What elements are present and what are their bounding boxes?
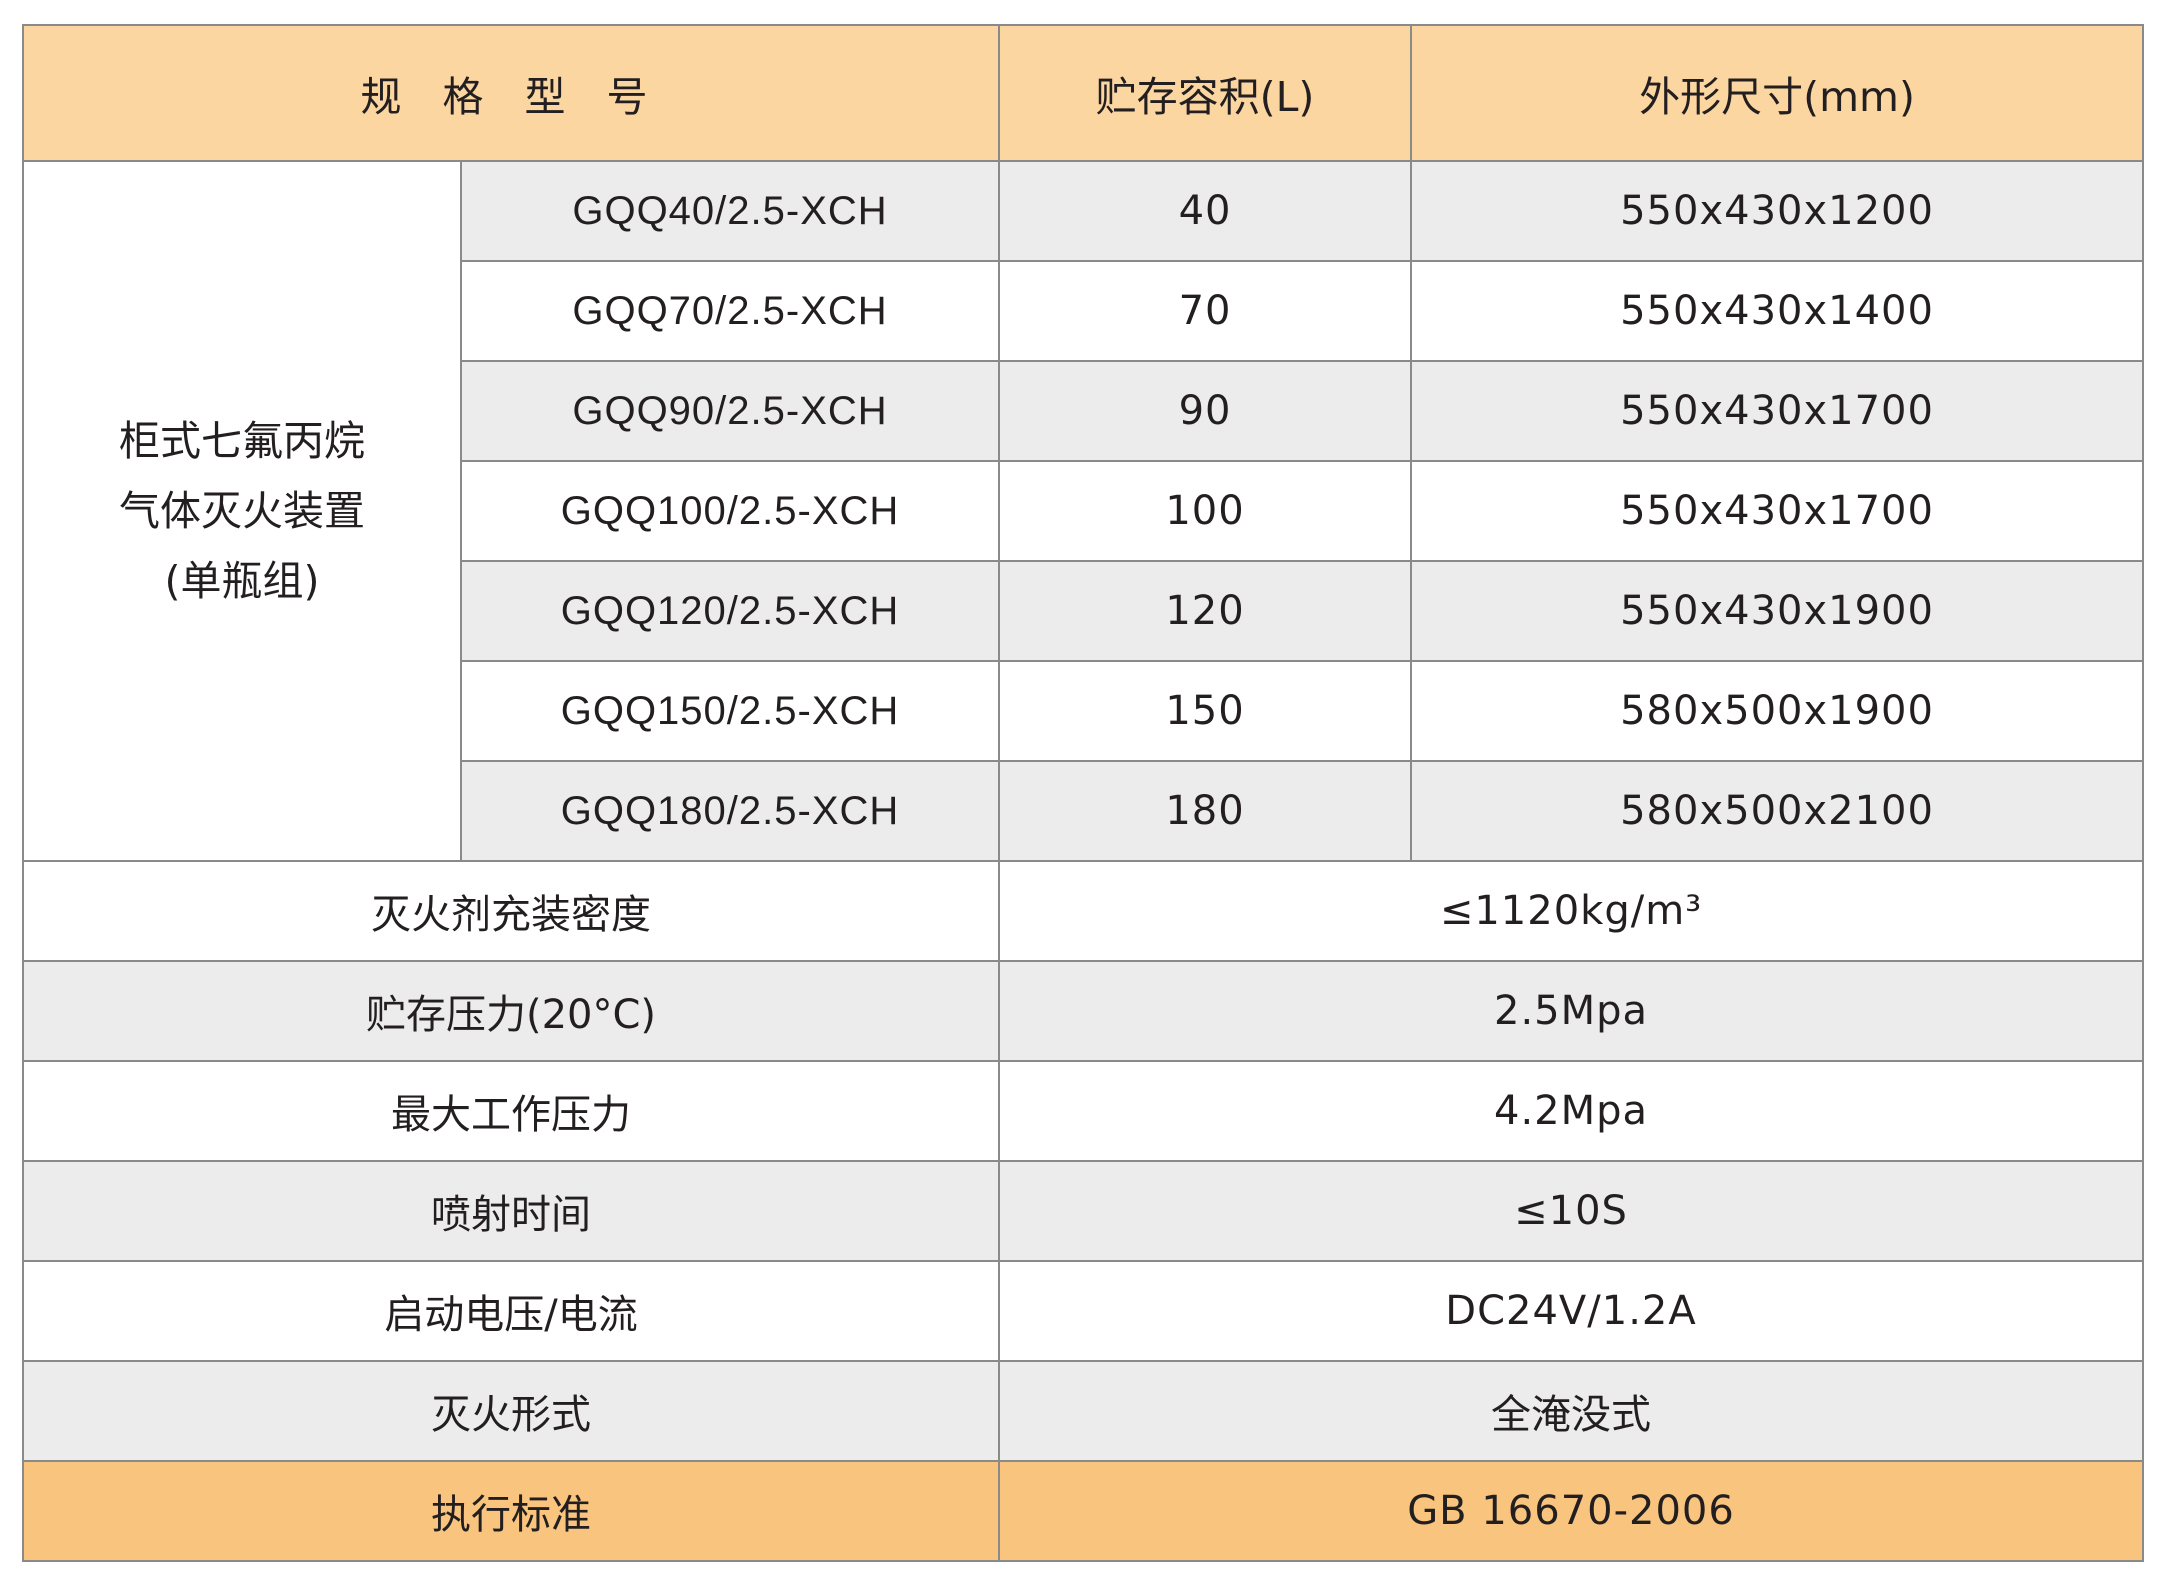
- property-label: 灭火形式: [21, 1360, 1001, 1462]
- group-label-line1: 柜式七氟丙烷: [119, 417, 365, 465]
- model-size: 550x430x1400: [1410, 260, 2145, 362]
- model-size: 550x430x1700: [1410, 460, 2145, 562]
- model-volume: 100: [998, 460, 1413, 562]
- model-name: GQQ70/2.5-XCH: [459, 260, 1001, 362]
- property-row: 贮存压力(20°C) 2.5Mpa: [21, 960, 2145, 1062]
- model-name: GQQ90/2.5-XCH: [459, 360, 1001, 462]
- model-name: GQQ180/2.5-XCH: [459, 760, 1001, 862]
- property-row: 最大工作压力 4.2Mpa: [21, 1060, 2145, 1162]
- header-size: 外形尺寸(mm): [1410, 24, 2145, 162]
- model-size: 580x500x2100: [1410, 760, 2145, 862]
- model-size: 550x430x1900: [1410, 560, 2145, 662]
- property-label: 灭火剂充装密度: [21, 860, 1001, 962]
- property-label: 贮存压力(20°C): [21, 960, 1001, 1062]
- property-label: 启动电压/电流: [21, 1260, 1001, 1362]
- property-row: 灭火剂充装密度 ≤1120kg/m³: [21, 860, 2145, 962]
- model-name: GQQ150/2.5-XCH: [459, 660, 1001, 762]
- property-row: 灭火形式 全淹没式: [21, 1360, 2145, 1462]
- property-value: ≤10S: [998, 1160, 2145, 1262]
- group-label-line3: (单瓶组): [164, 557, 320, 605]
- header-row: 规 格 型 号 贮存容积(L) 外形尺寸(mm): [21, 24, 2145, 162]
- model-volume: 180: [998, 760, 1413, 862]
- header-volume: 贮存容积(L): [998, 24, 1413, 162]
- property-value: 2.5Mpa: [998, 960, 2145, 1062]
- model-name: GQQ120/2.5-XCH: [459, 560, 1001, 662]
- footer-row: 执行标准 GB 16670-2006: [21, 1460, 2145, 1562]
- standard-value: GB 16670-2006: [998, 1460, 2145, 1562]
- group-label-line2: 气体灭火装置: [119, 487, 365, 535]
- model-size: 580x500x1900: [1410, 660, 2145, 762]
- model-volume: 40: [998, 160, 1413, 262]
- property-label: 喷射时间: [21, 1160, 1001, 1262]
- standard-label: 执行标准: [21, 1460, 1001, 1562]
- model-volume: 150: [998, 660, 1413, 762]
- property-label: 最大工作压力: [21, 1060, 1001, 1162]
- property-value: 全淹没式: [998, 1360, 2145, 1462]
- property-value: 4.2Mpa: [998, 1060, 2145, 1162]
- model-volume: 90: [998, 360, 1413, 462]
- model-name: GQQ100/2.5-XCH: [459, 460, 1001, 562]
- model-volume: 70: [998, 260, 1413, 362]
- group-label: 柜式七氟丙烷 气体灭火装置 (单瓶组): [22, 160, 462, 862]
- spec-table: 规 格 型 号 贮存容积(L) 外形尺寸(mm) 柜式七氟丙烷 气体灭火装置 (…: [21, 24, 2145, 1562]
- model-name: GQQ40/2.5-XCH: [459, 160, 1001, 262]
- property-row: 喷射时间 ≤10S: [21, 1160, 2145, 1262]
- model-size: 550x430x1700: [1410, 360, 2145, 462]
- header-spec-label: 规 格 型 号: [360, 73, 662, 121]
- model-size: 550x430x1200: [1410, 160, 2145, 262]
- model-volume: 120: [998, 560, 1413, 662]
- header-spec: 规 格 型 号: [21, 24, 1001, 162]
- property-row: 启动电压/电流 DC24V/1.2A: [21, 1260, 2145, 1362]
- property-value: DC24V/1.2A: [998, 1260, 2145, 1362]
- model-row: 柜式七氟丙烷 气体灭火装置 (单瓶组) GQQ40/2.5-XCH 40 550…: [22, 160, 2145, 862]
- property-value: ≤1120kg/m³: [998, 860, 2145, 962]
